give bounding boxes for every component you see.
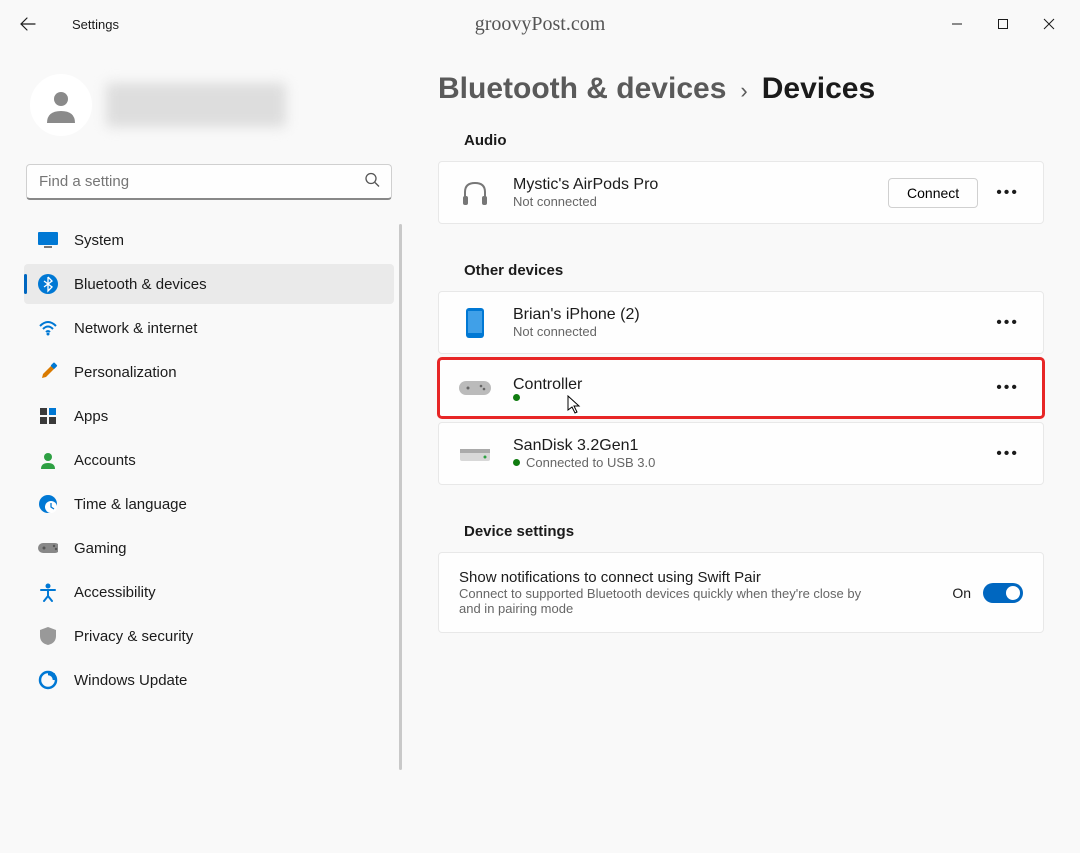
device-status [513,394,990,401]
clock-globe-icon [38,494,58,514]
more-button[interactable]: ••• [990,178,1025,208]
wifi-icon [38,318,58,338]
breadcrumb-parent[interactable]: Bluetooth & devices [438,72,726,106]
app-title: Settings [72,17,119,32]
profile-name-redacted [106,83,286,127]
sidebar-item-gaming[interactable]: Gaming [24,528,394,568]
device-status: Not connected [513,194,888,209]
sidebar-item-network[interactable]: Network & internet [24,308,394,348]
watermark: groovyPost.com [475,13,606,36]
sidebar-item-label: Personalization [74,364,177,381]
section-title-device-settings: Device settings [464,523,1044,540]
sidebar-item-label: Windows Update [74,672,187,689]
back-button[interactable] [8,4,48,44]
sidebar-item-bluetooth-devices[interactable]: Bluetooth & devices [24,264,394,304]
sidebar-item-accessibility[interactable]: Accessibility [24,572,394,612]
paintbrush-icon [38,362,58,382]
more-button[interactable]: ••• [990,373,1025,403]
sidebar-item-label: System [74,232,124,249]
device-card-controller[interactable]: Controller ••• [438,358,1044,418]
device-card-sandisk[interactable]: SanDisk 3.2Gen1 Connected to USB 3.0 ••• [438,422,1044,485]
update-icon [38,670,58,690]
sidebar-item-windows-update[interactable]: Windows Update [24,660,394,700]
setting-title: Show notifications to connect using Swif… [459,569,952,586]
device-name: Controller [513,376,990,394]
connect-button[interactable]: Connect [888,178,978,208]
device-status: Not connected [513,324,990,339]
device-card-iphone[interactable]: Brian's iPhone (2) Not connected ••• [438,291,1044,354]
search-wrap [26,164,392,200]
drive-icon [457,445,493,463]
device-name: Brian's iPhone (2) [513,306,990,324]
person-icon [38,450,58,470]
sidebar-item-label: Accounts [74,452,136,469]
main-content: Bluetooth & devices › Devices Audio Myst… [410,48,1080,853]
breadcrumb-current: Devices [762,72,875,106]
sidebar-item-time-language[interactable]: Time & language [24,484,394,524]
arrow-left-icon [20,16,36,32]
sidebar-item-label: Accessibility [74,584,156,601]
sidebar-item-label: Network & internet [74,320,197,337]
nav: System Bluetooth & devices Network & int… [20,220,402,700]
sidebar-item-privacy[interactable]: Privacy & security [24,616,394,656]
status-dot-icon [513,459,520,466]
gamepad-icon [38,538,58,558]
sidebar-item-label: Bluetooth & devices [74,276,207,293]
device-card-airpods[interactable]: Mystic's AirPods Pro Not connected Conne… [438,161,1044,224]
status-dot-icon [513,394,520,401]
bluetooth-icon [38,274,58,294]
device-status: Connected to USB 3.0 [513,455,990,470]
chevron-right-icon: › [740,78,747,104]
toggle-switch[interactable] [983,583,1023,603]
shield-icon [38,626,58,646]
sidebar-item-system[interactable]: System [24,220,394,260]
toggle-state-label: On [952,585,971,601]
sidebar-item-personalization[interactable]: Personalization [24,352,394,392]
more-button[interactable]: ••• [990,439,1025,469]
sidebar-item-label: Time & language [74,496,187,513]
window-controls [934,8,1072,40]
section-title-other: Other devices [464,262,1044,279]
sidebar-item-label: Apps [74,408,108,425]
sidebar-item-label: Privacy & security [74,628,193,645]
search-input[interactable] [26,164,392,200]
system-icon [38,230,58,250]
setting-swift-pair[interactable]: Show notifications to connect using Swif… [438,552,1044,633]
sidebar-item-accounts[interactable]: Accounts [24,440,394,480]
close-button[interactable] [1026,8,1072,40]
device-name: Mystic's AirPods Pro [513,176,888,194]
phone-icon [457,308,493,338]
device-name: SanDisk 3.2Gen1 [513,437,990,455]
more-button[interactable]: ••• [990,308,1025,338]
sidebar-item-label: Gaming [74,540,127,557]
headphones-icon [457,178,493,208]
setting-desc: Connect to supported Bluetooth devices q… [459,586,879,616]
sidebar: System Bluetooth & devices Network & int… [0,48,410,853]
gamepad-icon [457,378,493,398]
sidebar-item-apps[interactable]: Apps [24,396,394,436]
breadcrumb: Bluetooth & devices › Devices [438,72,1044,106]
search-icon [364,172,380,193]
accessibility-icon [38,582,58,602]
profile[interactable] [20,68,402,156]
section-title-audio: Audio [464,132,1044,149]
maximize-button[interactable] [980,8,1026,40]
apps-icon [38,406,58,426]
avatar [30,74,92,136]
titlebar: Settings groovyPost.com [0,0,1080,48]
minimize-button[interactable] [934,8,980,40]
